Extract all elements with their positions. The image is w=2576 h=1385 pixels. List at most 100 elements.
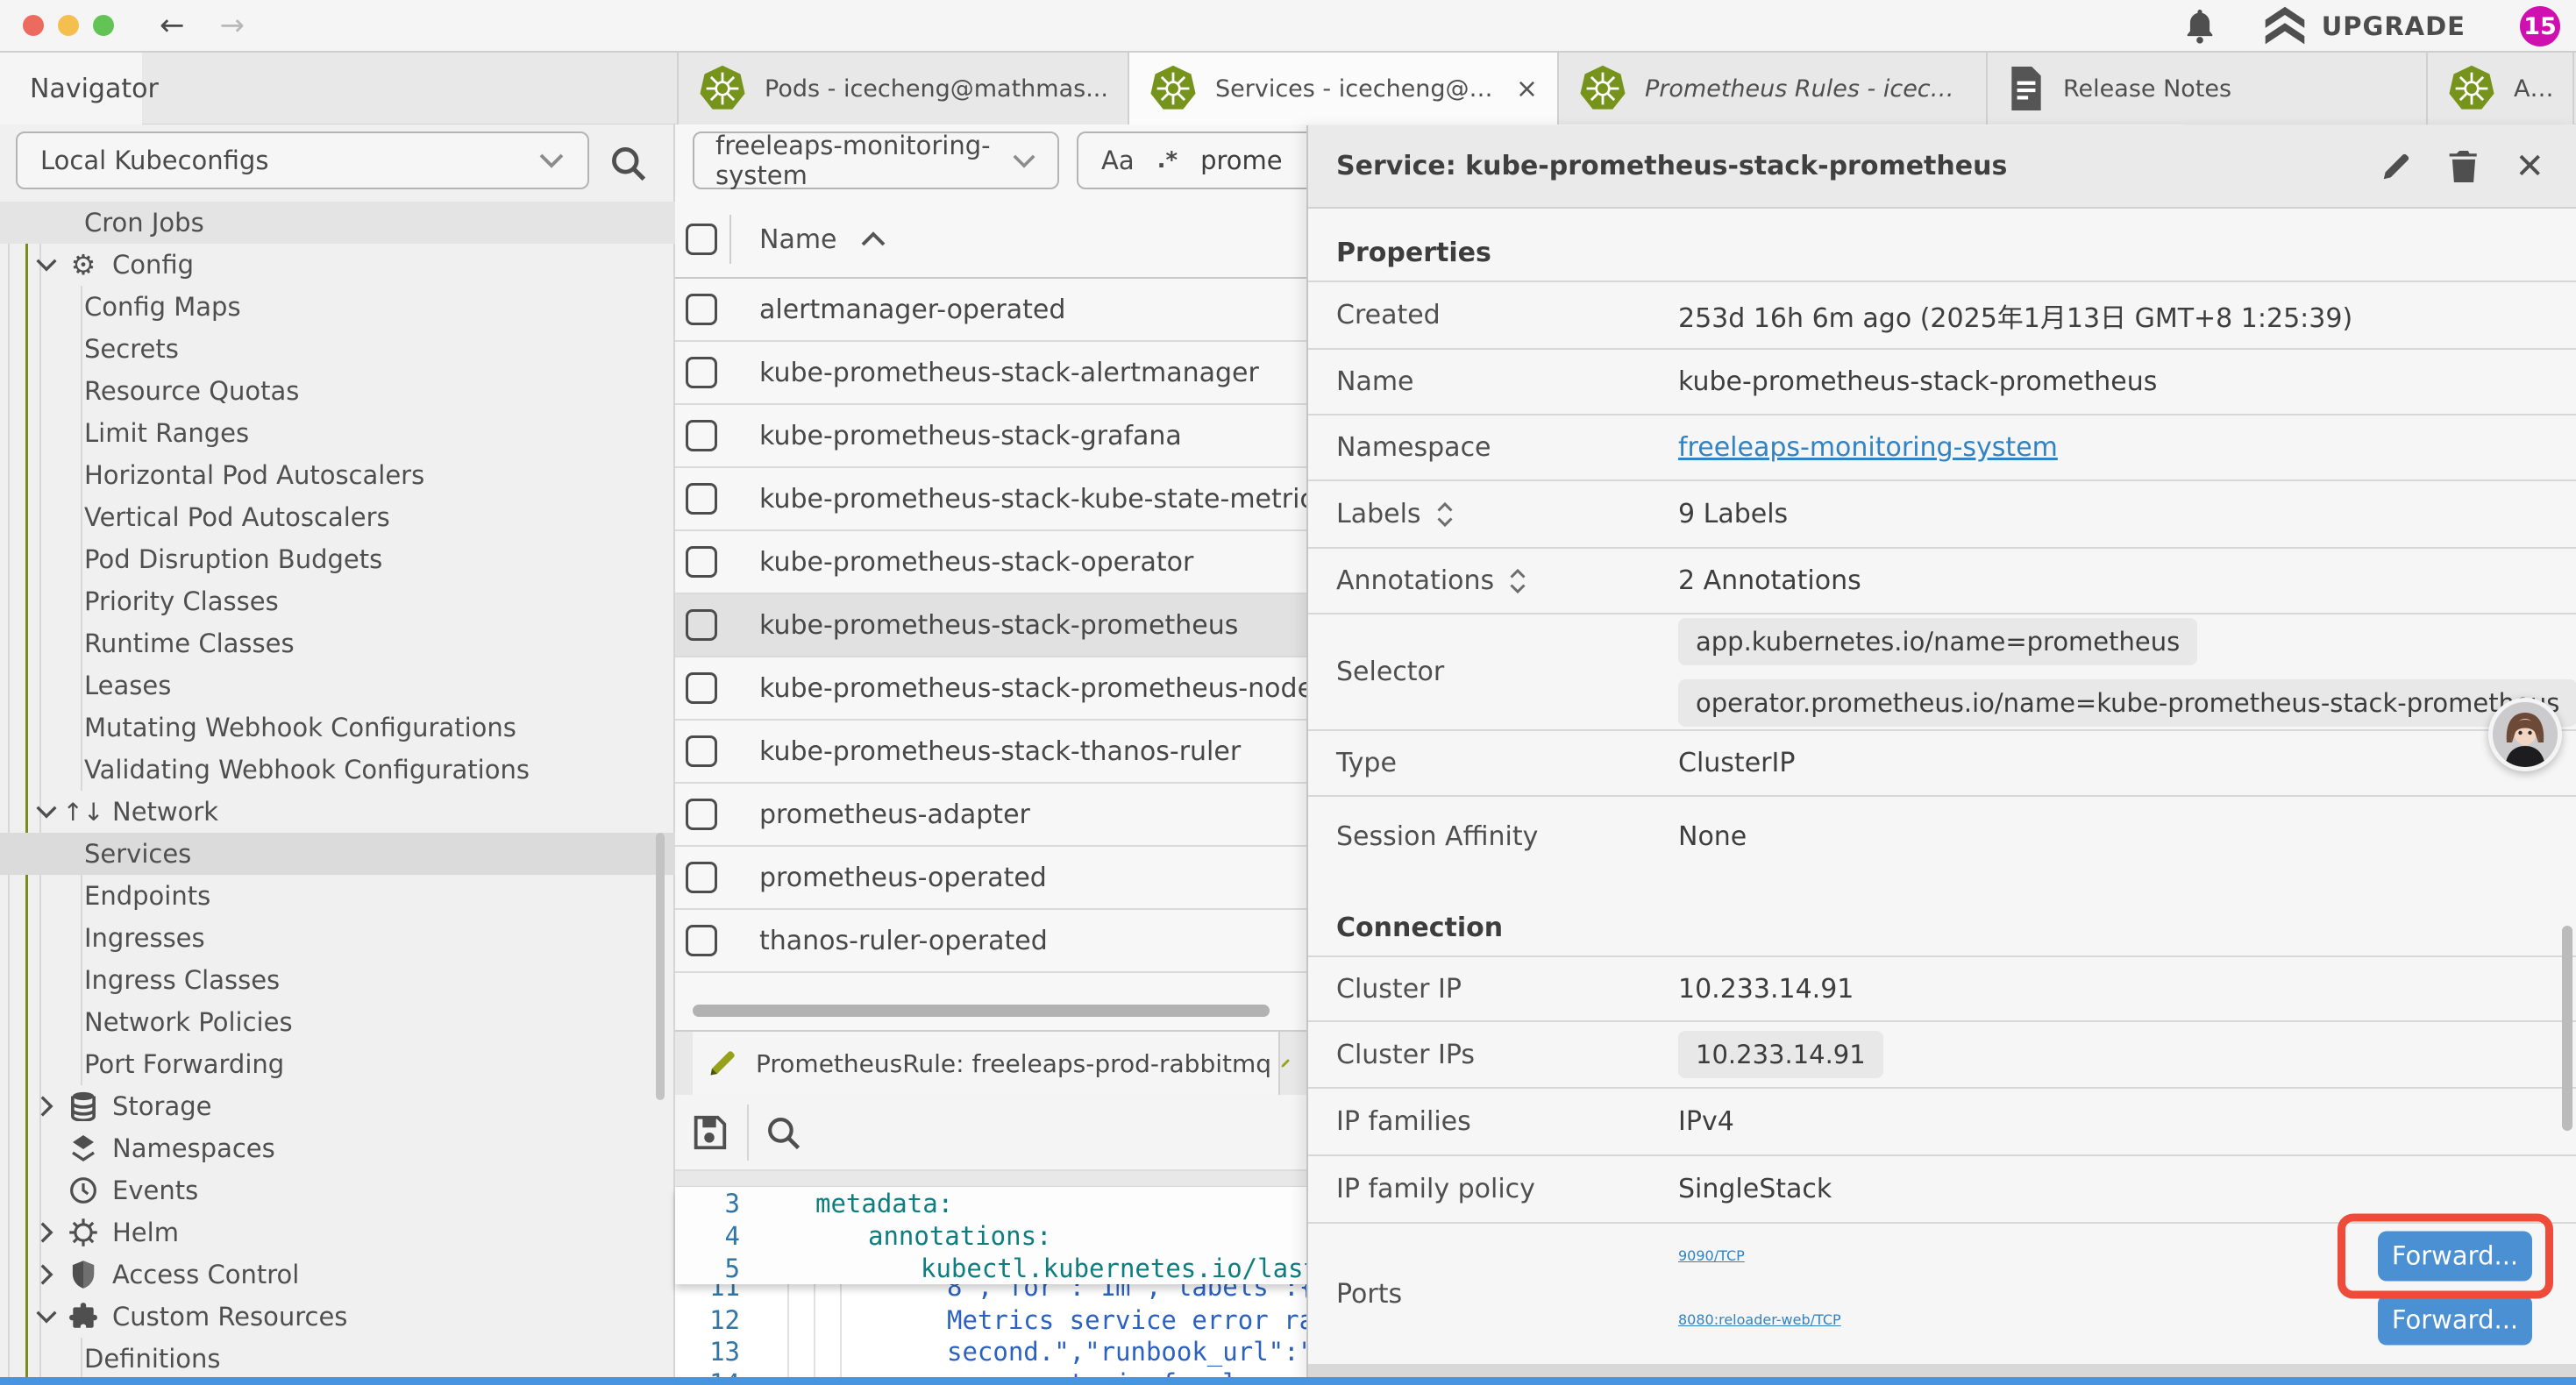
close-icon[interactable]: ✕	[2515, 149, 2544, 184]
sidebar-item-leases[interactable]: Leases	[0, 664, 675, 707]
chevron-down-icon[interactable]	[33, 1310, 60, 1324]
table-row-kube-prometheus-stack-grafana[interactable]: kube-prometheus-stack-grafana	[675, 405, 1306, 468]
row-checkbox[interactable]	[686, 609, 717, 641]
table-row-kube-prometheus-stack-prometheus[interactable]: kube-prometheus-stack-prometheus	[675, 594, 1306, 657]
sidebar-item-resource-quotas[interactable]: Resource Quotas	[0, 370, 675, 412]
table-row-prometheus-adapter[interactable]: prometheus-adapter	[675, 784, 1306, 847]
tab-argo-se[interactable]: Argo Se	[2428, 53, 2574, 124]
sidebar-item-endpoints[interactable]: Endpoints	[0, 875, 675, 917]
navigator-panel-tab[interactable]: Navigator	[0, 53, 142, 124]
table-row-thanos-ruler-operated[interactable]: thanos-ruler-operated	[675, 910, 1306, 973]
name-column-header[interactable]: Name	[759, 224, 837, 255]
notifications-bell-icon[interactable]	[2183, 8, 2217, 45]
chevron-right-icon[interactable]	[33, 1221, 60, 1244]
sidebar-item-label: Secrets	[84, 334, 179, 364]
regex-toggle[interactable]: .*	[1157, 147, 1178, 174]
table-row-kube-prometheus-stack-kube-state-metrics[interactable]: kube-prometheus-stack-kube-state-metrics	[675, 468, 1306, 531]
code-area[interactable]: 118","for":"1m","labels":{"service":"12M…	[675, 1187, 1306, 1385]
sidebar-item-custom-resources[interactable]: Custom Resources	[0, 1296, 675, 1338]
sort-toggle-icon[interactable]	[1508, 568, 1527, 594]
sidebar-item-ingresses[interactable]: Ingresses	[0, 917, 675, 959]
select-all-checkbox[interactable]	[686, 224, 717, 255]
sidebar-item-secrets[interactable]: Secrets	[0, 328, 675, 370]
namespace-selector[interactable]: freeleaps-monitoring-system	[693, 131, 1059, 189]
editor-tab-prometheusrule[interactable]: PrometheusRule: freeleaps-prod-rabbitmq	[693, 1032, 1280, 1095]
delete-trash-icon[interactable]	[2448, 149, 2480, 184]
chevron-down-icon[interactable]	[33, 805, 60, 819]
edit-icon[interactable]	[2380, 150, 2413, 183]
minimize-window-button[interactable]	[58, 15, 79, 36]
kubeconfig-selector[interactable]: Local Kubeconfigs	[16, 131, 589, 189]
sidebar-item-vertical-pod-autoscalers[interactable]: Vertical Pod Autoscalers	[0, 496, 675, 538]
table-row-kube-prometheus-stack-operator[interactable]: kube-prometheus-stack-operator	[675, 531, 1306, 594]
row-checkbox[interactable]	[686, 357, 717, 388]
upgrade-button[interactable]: UPGRADE	[2262, 6, 2466, 46]
match-case-toggle[interactable]: Aa	[1101, 146, 1135, 175]
sidebar-item-mutating-webhook-configurations[interactable]: Mutating Webhook Configurations	[0, 707, 675, 749]
table-row-kube-prometheus-stack-thanos-ruler[interactable]: kube-prometheus-stack-thanos-ruler	[675, 721, 1306, 784]
row-checkbox[interactable]	[686, 925, 717, 956]
horizontal-scrollbar[interactable]	[693, 1005, 1270, 1017]
forward-button[interactable]: Forward...	[2378, 1231, 2532, 1281]
chevron-down-icon[interactable]	[33, 258, 60, 272]
sidebar-item-services[interactable]: Services	[0, 833, 675, 875]
port-link[interactable]: 8080:reloader-web/TCP	[1678, 1311, 1841, 1328]
sort-toggle-icon[interactable]	[1435, 501, 1455, 528]
chevron-right-icon[interactable]	[33, 1095, 60, 1118]
sidebar-item-port-forwarding[interactable]: Port Forwarding	[0, 1043, 675, 1085]
sidebar-item-access-control[interactable]: Access Control	[0, 1254, 675, 1296]
sidebar-item-network-policies[interactable]: Network Policies	[0, 1001, 675, 1043]
table-row-kube-prometheus-stack-prometheus-node-expor[interactable]: kube-prometheus-stack-prometheus-node-ex…	[675, 657, 1306, 721]
sidebar-item-pod-disruption-budgets[interactable]: Pod Disruption Budgets	[0, 538, 675, 580]
row-checkbox[interactable]	[686, 862, 717, 893]
row-checkbox[interactable]	[686, 672, 717, 704]
sidebar-item-events[interactable]: Events	[0, 1169, 675, 1211]
sidebar-item-definitions[interactable]: Definitions	[0, 1338, 675, 1380]
sidebar-item-config-maps[interactable]: Config Maps	[0, 286, 675, 328]
row-checkbox[interactable]	[686, 294, 717, 325]
chevron-right-icon[interactable]	[33, 1263, 60, 1286]
sidebar-item-network[interactable]: ↑↓Network	[0, 791, 675, 833]
row-checkbox[interactable]	[686, 799, 717, 830]
namespace-link[interactable]: freeleaps-monitoring-system	[1678, 432, 2058, 463]
table-row-prometheus-operated[interactable]: prometheus-operated	[675, 847, 1306, 910]
close-window-button[interactable]	[23, 15, 44, 36]
detail-scrollbar[interactable]	[2562, 926, 2572, 1131]
sort-ascending-icon[interactable]	[860, 231, 886, 248]
row-checkbox[interactable]	[686, 546, 717, 578]
sidebar-item-namespaces[interactable]: Namespaces	[0, 1127, 675, 1169]
notification-count-badge[interactable]: 15	[2520, 6, 2560, 46]
port-link[interactable]: 9090/TCP	[1678, 1247, 1745, 1264]
sidebar-item-limit-ranges[interactable]: Limit Ranges	[0, 412, 675, 454]
woman-avatar-icon[interactable]	[2488, 698, 2562, 771]
sidebar-item-storage[interactable]: Storage	[0, 1085, 675, 1127]
sidebar-scrollbar[interactable]	[656, 833, 665, 1100]
forward-arrow-icon[interactable]: →	[220, 8, 246, 43]
sidebar-item-helm[interactable]: Helm	[0, 1211, 675, 1254]
editor-tab-partial[interactable]	[1280, 1032, 1291, 1095]
sidebar-search-icon[interactable]	[608, 144, 647, 182]
row-checkbox[interactable]	[686, 735, 717, 767]
sidebar-item-ingress-classes[interactable]: Ingress Classes	[0, 959, 675, 1001]
row-checkbox[interactable]	[686, 420, 717, 451]
close-tab-icon[interactable]: ×	[1516, 74, 1538, 104]
list-search-input[interactable]: Aa .* prome	[1077, 131, 1340, 189]
row-checkbox[interactable]	[686, 483, 717, 515]
table-row-alertmanager-operated[interactable]: alertmanager-operated	[675, 279, 1306, 342]
editor-search-icon[interactable]	[765, 1114, 801, 1151]
sidebar-item-runtime-classes[interactable]: Runtime Classes	[0, 622, 675, 664]
sidebar-item-config[interactable]: ⚙Config	[0, 244, 675, 286]
back-arrow-icon[interactable]: ←	[160, 8, 185, 43]
tab-prometheus-rules-icecheng[interactable]: Prometheus Rules - icecheng...	[1559, 53, 1988, 124]
sidebar-item-cron-jobs[interactable]: Cron Jobs	[0, 202, 675, 244]
save-icon[interactable]	[689, 1112, 729, 1153]
tab-services-icecheng-math[interactable]: Services - icecheng@math...×	[1129, 53, 1559, 124]
sidebar-item-validating-webhook-configurations[interactable]: Validating Webhook Configurations	[0, 749, 675, 791]
sidebar-item-horizontal-pod-autoscalers[interactable]: Horizontal Pod Autoscalers	[0, 454, 675, 496]
forward-button[interactable]: Forward...	[2378, 1295, 2532, 1345]
table-row-kube-prometheus-stack-alertmanager[interactable]: kube-prometheus-stack-alertmanager	[675, 342, 1306, 405]
tab-pods-icecheng-mathmas[interactable]: Pods - icecheng@mathmas...	[679, 53, 1129, 124]
zoom-window-button[interactable]	[93, 15, 114, 36]
sidebar-item-priority-classes[interactable]: Priority Classes	[0, 580, 675, 622]
tab-release-notes[interactable]: Release Notes	[1988, 53, 2428, 124]
